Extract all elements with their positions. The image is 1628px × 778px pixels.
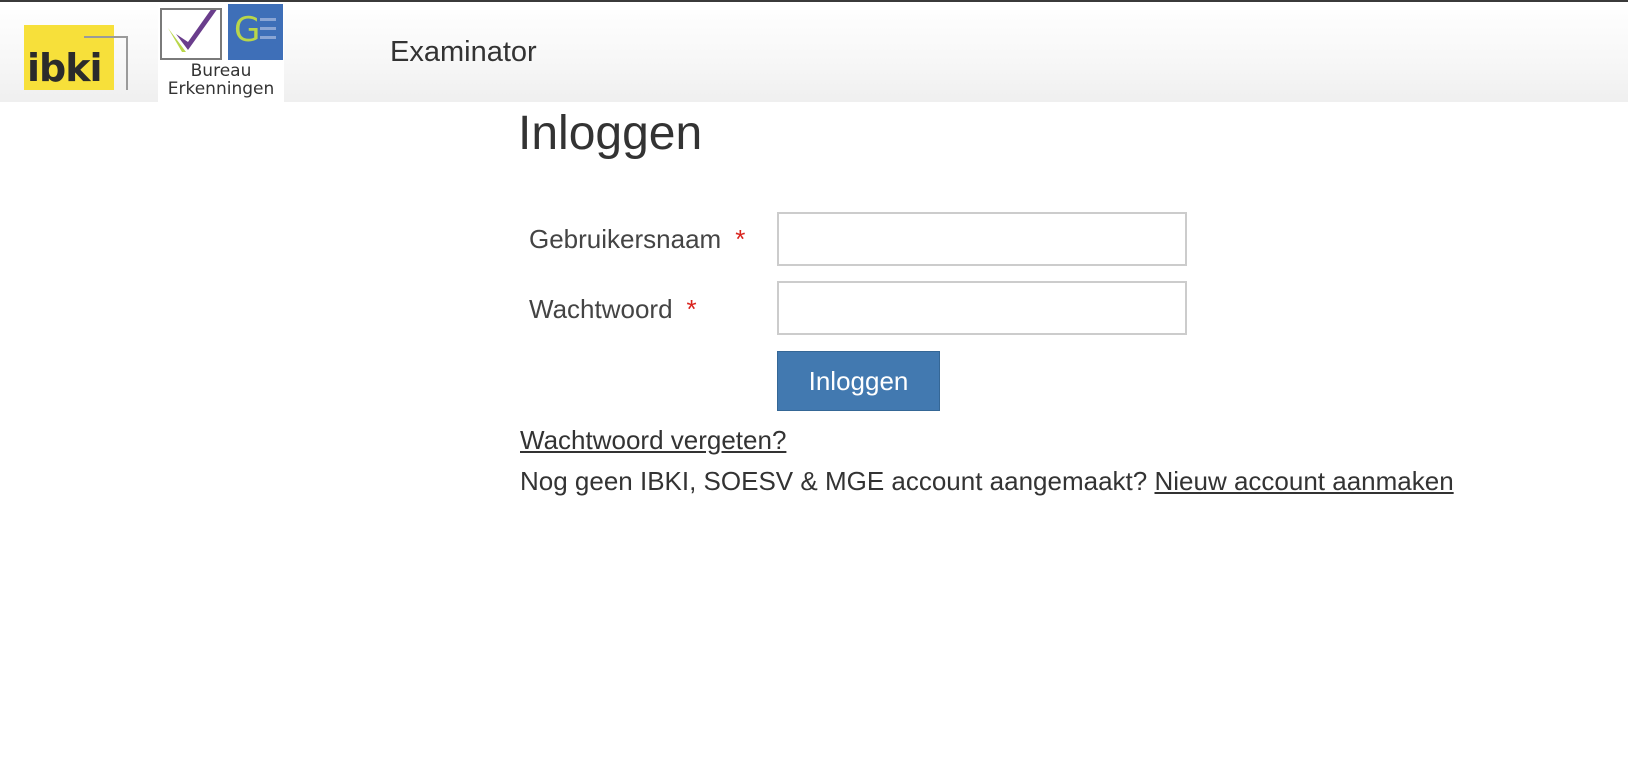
create-account-link[interactable]: Nieuw account aanmaken [1154, 466, 1453, 496]
password-label-text: Wachtwoord [529, 294, 673, 324]
username-label: Gebruikersnaam * [529, 224, 745, 254]
top-header: ibki G Bureau Erkenningen Examinator [0, 0, 1628, 104]
username-required-marker: * [735, 224, 746, 254]
bureau-erkenningen-logo[interactable]: G Bureau Erkenningen [158, 4, 284, 104]
app-title: Examinator [390, 36, 537, 68]
username-input[interactable] [777, 212, 1187, 266]
bureau-erkenningen-caption: Bureau Erkenningen [158, 62, 284, 98]
caption-line-1: Bureau [190, 61, 252, 81]
password-required-marker: * [686, 294, 697, 324]
check-logo-icon [160, 8, 222, 60]
ibki-logo-frame-top [84, 36, 128, 38]
ge-logo-text: G [234, 10, 261, 50]
ge-logo-mark: G [228, 4, 283, 60]
password-input[interactable] [777, 281, 1187, 335]
page-title: Inloggen [518, 107, 703, 160]
caption-line-2: Erkenningen [167, 79, 275, 99]
ibki-logo-frame-side [126, 36, 128, 90]
forgot-password-link[interactable]: Wachtwoord vergeten? [520, 424, 786, 456]
register-prompt-text: Nog geen IBKI, SOESV & MGE account aange… [520, 466, 1148, 496]
password-label: Wachtwoord * [529, 294, 697, 324]
ibki-logo-text: ibki [27, 46, 103, 90]
register-prompt: Nog geen IBKI, SOESV & MGE account aange… [520, 465, 1454, 497]
login-button[interactable]: Inloggen [777, 351, 940, 411]
username-label-text: Gebruikersnaam [529, 224, 722, 254]
ge-logo-e-bars [260, 18, 276, 42]
ibki-logo[interactable]: ibki [24, 22, 130, 90]
